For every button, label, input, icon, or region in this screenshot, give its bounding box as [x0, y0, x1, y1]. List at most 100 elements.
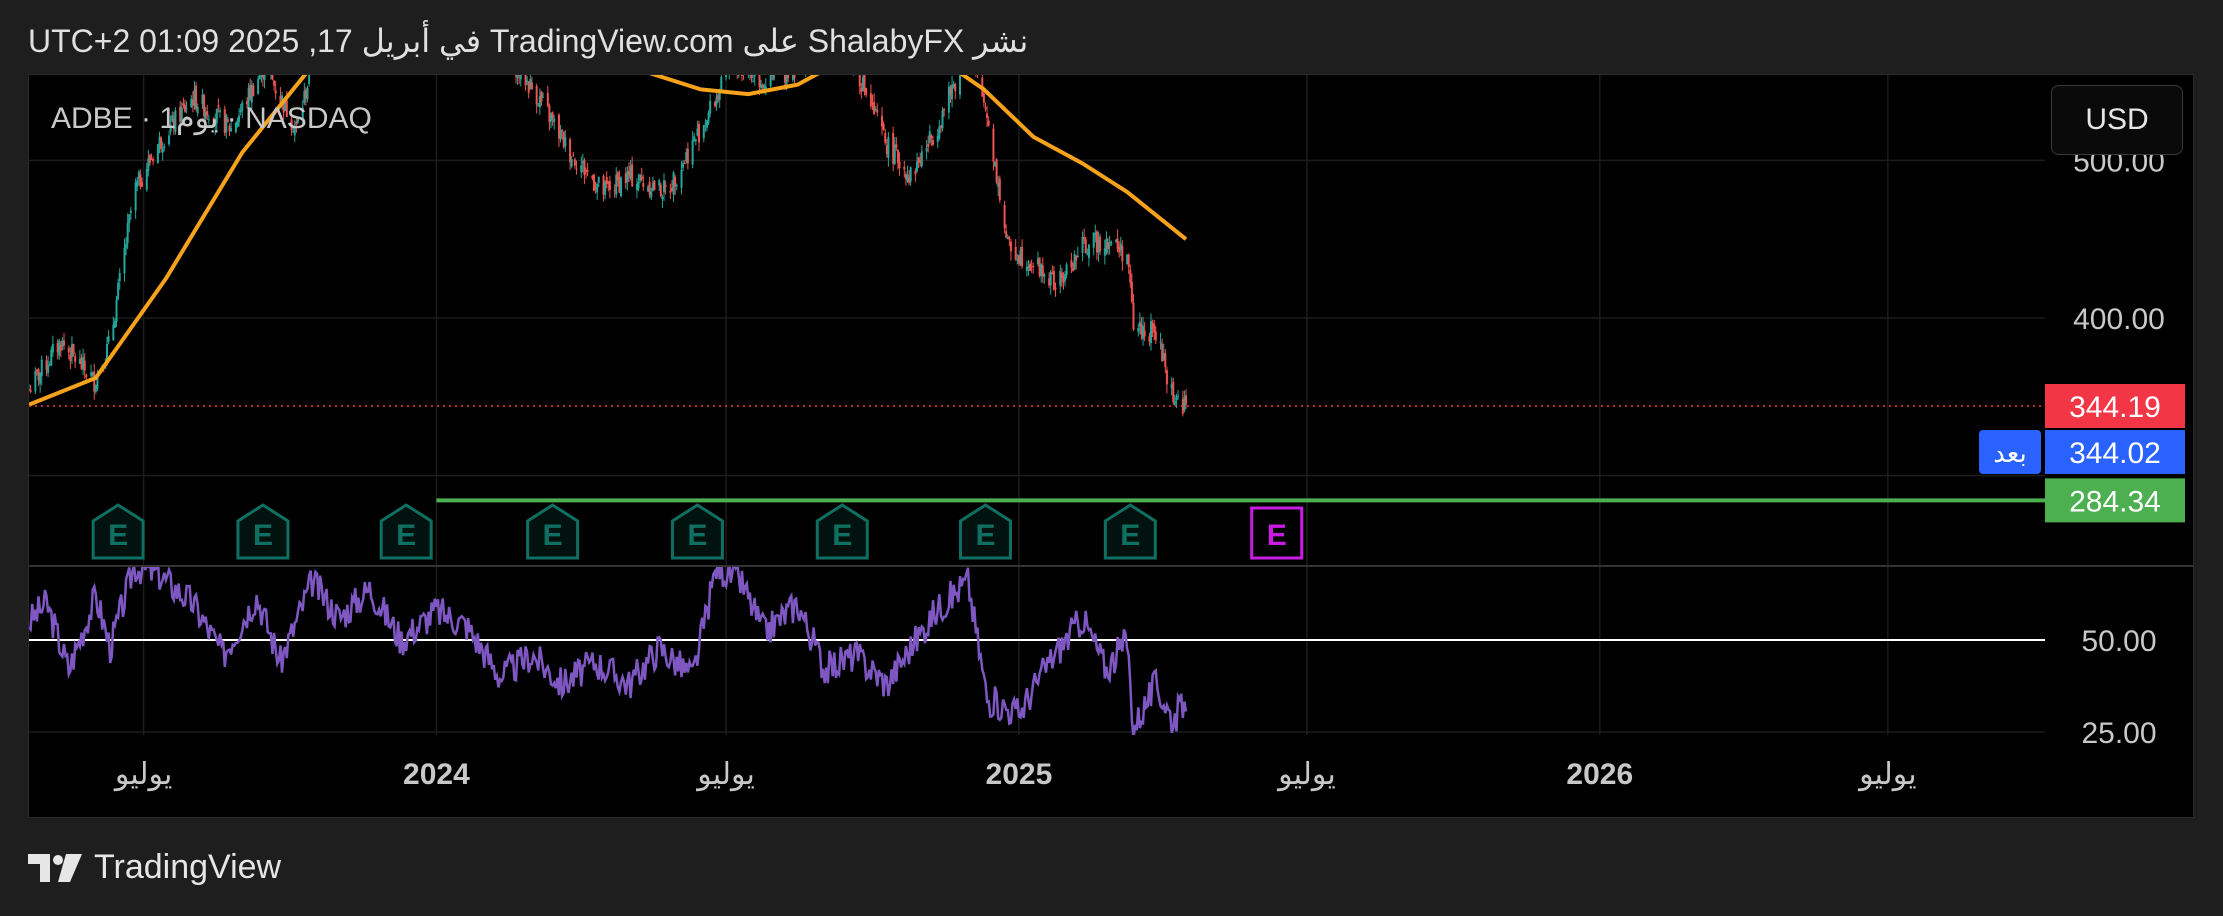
- candle-body: [271, 75, 274, 80]
- candle-body: [1127, 254, 1130, 268]
- candle-body: [596, 184, 599, 193]
- earnings-marker[interactable]: E: [379, 503, 433, 560]
- earnings-marker[interactable]: E: [91, 503, 145, 560]
- candle-body: [1008, 236, 1011, 240]
- candle-body: [1153, 323, 1156, 333]
- candle-body: [1087, 244, 1090, 258]
- candle-body: [152, 159, 155, 162]
- candle-body: [752, 80, 755, 82]
- candle-body: [984, 107, 987, 109]
- candle-body: [1129, 269, 1132, 283]
- rsi-tick-label: 50.00: [2081, 625, 2156, 658]
- candle-body: [909, 167, 912, 182]
- rsi-tick-label: 25.00: [2081, 717, 2156, 750]
- candle-body: [725, 75, 728, 78]
- candle-body: [573, 159, 576, 166]
- candle-body: [1130, 281, 1133, 302]
- candle-body: [1003, 204, 1006, 229]
- candle-body: [865, 88, 868, 95]
- candle-body: [257, 78, 260, 95]
- candle-body: [1043, 274, 1046, 277]
- candle-body: [586, 170, 589, 172]
- candle-body: [156, 144, 159, 164]
- candle-body: [887, 137, 890, 158]
- candle-body: [1065, 264, 1068, 275]
- earnings-marker[interactable]: E: [815, 503, 869, 560]
- tradingview-brand: TradingView: [94, 848, 282, 886]
- candle-body: [959, 75, 962, 95]
- candle-body: [125, 243, 128, 248]
- support-price-badge: 284.34: [2069, 485, 2161, 518]
- candle-body: [117, 282, 120, 300]
- candle-body: [691, 139, 694, 165]
- candle-body: [51, 344, 54, 353]
- currency-button[interactable]: USD: [2051, 85, 2183, 155]
- candle-body: [941, 110, 944, 129]
- after-hours-tag: بعد: [1993, 438, 2026, 468]
- candle-body: [718, 92, 721, 101]
- time-tick-label: يوليو: [695, 758, 755, 791]
- chart-canvas[interactable]: E E E E E E E E E500.00400.0050.0025.00344.19284…: [29, 75, 2194, 818]
- candle-body: [664, 184, 667, 187]
- candle-body: [943, 108, 946, 111]
- candle-body: [1032, 266, 1035, 268]
- candle-body: [140, 182, 143, 187]
- candle-body: [698, 123, 701, 143]
- candle-body: [640, 176, 643, 180]
- candle-body: [561, 130, 564, 132]
- candle-body: [1052, 271, 1055, 290]
- candle-body: [659, 184, 662, 197]
- candle-body: [1064, 274, 1067, 281]
- candle-body: [680, 169, 683, 188]
- candle-body: [1172, 381, 1175, 403]
- candle-body: [707, 112, 710, 123]
- earnings-marker[interactable]: E: [1103, 503, 1157, 560]
- candle-body: [597, 176, 600, 183]
- candle-body: [148, 155, 151, 163]
- earnings-marker[interactable]: E: [670, 503, 724, 560]
- time-tick-label: يوليو: [113, 758, 173, 791]
- candle-body: [895, 144, 898, 148]
- candle-body: [1185, 395, 1188, 405]
- candle-body: [1021, 246, 1024, 267]
- earnings-marker[interactable]: E: [526, 503, 580, 560]
- candle-body: [546, 92, 549, 106]
- candle-body: [683, 163, 686, 165]
- candle-body: [1076, 255, 1079, 258]
- earnings-marker[interactable]: E: [236, 503, 290, 560]
- tradingview-logo[interactable]: TradingView: [28, 848, 281, 887]
- candle-body: [559, 130, 562, 140]
- price-tick-label: 400.00: [2073, 303, 2165, 336]
- candle-body: [772, 75, 775, 80]
- time-tick-label: يوليو: [1857, 758, 1917, 791]
- earnings-letter: E: [832, 519, 852, 552]
- symbol-label: ADBE · 1يوم · NASDAQ: [51, 102, 372, 135]
- candle-body: [914, 171, 917, 175]
- candle-body: [1159, 341, 1162, 343]
- candle-body: [620, 177, 623, 197]
- earnings-marker[interactable]: E: [958, 503, 1012, 560]
- candle-body: [564, 136, 567, 147]
- candle-body: [930, 135, 933, 139]
- candle-body: [927, 143, 930, 147]
- candle-body: [308, 75, 311, 84]
- candle-body: [637, 181, 640, 189]
- candle-body: [869, 93, 872, 107]
- candle-body: [916, 161, 919, 172]
- chart-panel[interactable]: E E E E E E E E E 500.00 400.00 50.00 25.00 344.19 284…: [28, 74, 2194, 818]
- candle-body: [160, 137, 163, 149]
- candle-body: [1092, 232, 1095, 248]
- candle-body: [1081, 236, 1084, 254]
- candle-body: [583, 160, 586, 175]
- earnings-marker-upcoming[interactable]: E: [1250, 506, 1304, 560]
- candle-body: [29, 389, 32, 393]
- candle-body: [63, 340, 66, 346]
- candle-body: [107, 336, 110, 342]
- candle-body: [1165, 370, 1168, 385]
- candle-body: [530, 82, 533, 90]
- candle-body: [954, 84, 957, 92]
- candle-body: [553, 118, 556, 122]
- candle-body: [274, 90, 277, 94]
- candle-body: [787, 75, 790, 79]
- candle-body: [982, 93, 985, 103]
